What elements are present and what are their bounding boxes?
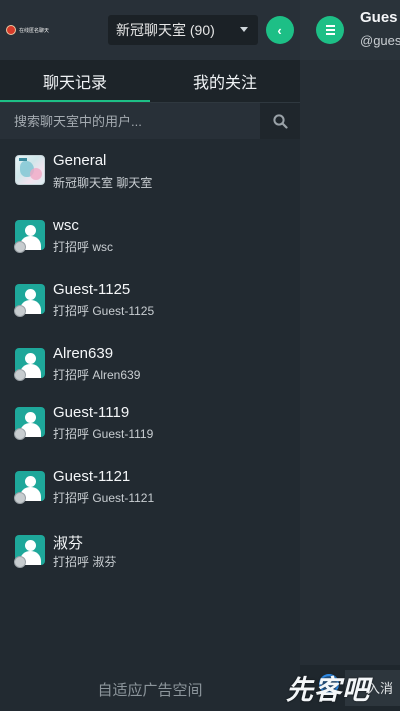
status-badge [14,369,26,381]
search-icon [272,113,288,129]
watermark: 先客吧 [286,675,370,705]
peer-name: Gues [360,9,398,26]
sidebar-header: 在线匿名聊天 新冠聊天室 (90) ‹ [0,0,300,60]
chat-name: Guest-1125 [53,281,131,298]
search-input[interactable] [0,103,260,139]
status-badge [14,492,26,504]
status-badge [14,428,26,440]
chat-name: wsc [53,217,79,234]
list-item[interactable]: Guest-1121 打招呼 Guest-1121 [0,459,300,523]
peer-handle: @gues [360,33,400,48]
chat-subtitle: 打招呼 wsc [53,240,114,254]
room-select-value: 新冠聊天室 (90) [116,22,215,38]
list-item[interactable]: Alren639 打招呼 Alren639 [0,331,300,395]
chat-subtitle: 打招呼 淑芬 [53,555,117,569]
room-select[interactable]: 新冠聊天室 (90) [108,15,258,45]
list-item[interactable]: wsc 打招呼 wsc [0,203,300,267]
chat-name: Guest-1121 [53,468,131,485]
status-badge [14,305,26,317]
menu-icon [325,25,335,27]
menu-button[interactable] [316,16,344,44]
chat-subtitle: 打招呼 Guest-1125 [53,304,155,318]
status-badge [14,556,26,568]
conversation-header: Gues @gues [300,0,400,60]
logo-text: 在线匿名聊天 [19,27,50,34]
chat-name: 淑芬 [53,535,84,552]
chat-name: Guest-1119 [53,404,130,421]
chat-name: General [53,152,107,169]
chat-subtitle: 打招呼 Alren639 [53,368,141,382]
site-logo[interactable]: 在线匿名聊天 [6,24,49,36]
caret-down-icon [240,27,248,32]
collapse-sidebar-button[interactable]: ‹ [266,16,294,44]
sidebar-tabs: 聊天记录 我的关注 [0,60,300,102]
list-item[interactable]: Guest-1119 打招呼 Guest-1119 [0,395,300,459]
chat-subtitle: 打招呼 Guest-1121 [53,491,155,505]
search-button[interactable] [260,103,300,139]
logo-icon [6,25,16,35]
list-item[interactable]: 淑芬 打招呼 淑芬 [0,523,300,587]
chat-name: Alren639 [53,345,114,362]
status-badge [14,241,26,253]
list-item[interactable]: Guest-1125 打招呼 Guest-1125 [0,267,300,331]
tab-chat-history[interactable]: 聊天记录 [0,60,150,102]
chat-sidebar: 在线匿名聊天 新冠聊天室 (90) ‹ 聊天记录 我的关注 General 新冠 [0,0,300,711]
chat-subtitle: 新冠聊天室 聊天室 [53,176,153,190]
conversation-panel: Gues @gues [300,0,400,711]
room-avatar [15,155,45,185]
chat-subtitle: 打招呼 Guest-1119 [53,427,154,441]
tab-following[interactable]: 我的关注 [150,60,300,102]
list-item[interactable]: General 新冠聊天室 聊天室 [0,139,300,203]
ad-space: 自适应广告空间 [97,681,203,699]
chevron-left-icon: ‹ [277,22,282,38]
user-search [0,102,300,139]
